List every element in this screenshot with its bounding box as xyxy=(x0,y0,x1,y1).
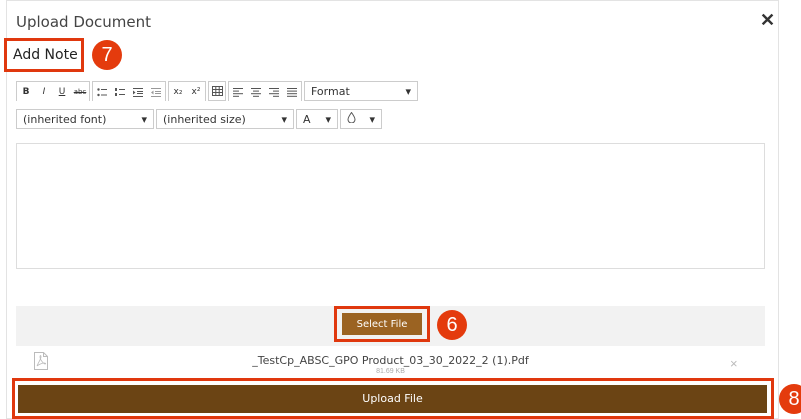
chevron-down-icon: ▾ xyxy=(281,112,287,126)
alignment-group xyxy=(228,81,302,102)
bullet-list-icon[interactable] xyxy=(93,82,111,102)
chevron-down-icon: ▾ xyxy=(405,84,411,98)
font-color-picker[interactable]: A ▾ xyxy=(296,109,338,129)
paint-drop-icon xyxy=(347,111,356,126)
strikethrough-button[interactable]: abc xyxy=(71,82,89,102)
list-indent-group xyxy=(92,81,166,102)
callout-badge-8: 8 xyxy=(779,384,801,414)
align-right-icon[interactable] xyxy=(265,82,283,102)
subscript-button[interactable]: x₂ xyxy=(169,82,187,102)
align-left-icon[interactable] xyxy=(229,82,247,102)
editor-toolbar-row-2: (inherited font) ▾ (inherited size) ▾ A … xyxy=(16,108,382,130)
file-name: _TestCp_ABSC_GPO Product_03_30_2022_2 (1… xyxy=(252,354,529,367)
file-size: 81.69 KB xyxy=(376,368,405,375)
bold-button[interactable]: B xyxy=(17,82,35,102)
font-color-icon: A xyxy=(303,112,311,126)
chevron-down-icon: ▾ xyxy=(325,112,331,126)
note-editor-area[interactable] xyxy=(16,143,765,269)
font-family-select[interactable]: (inherited font) ▾ xyxy=(16,109,154,129)
chevron-down-icon: ▾ xyxy=(141,112,147,126)
italic-button[interactable]: I xyxy=(35,82,53,102)
table-icon[interactable] xyxy=(208,81,226,101)
numbered-list-icon[interactable] xyxy=(111,82,129,102)
dialog-title: Upload Document xyxy=(16,13,152,31)
add-note-label: Add Note xyxy=(13,47,78,63)
format-select[interactable]: Format ▾ xyxy=(304,81,418,101)
font-family-select-label: (inherited font) xyxy=(23,112,107,126)
script-group: x₂ x² xyxy=(168,81,206,102)
background-color-picker[interactable]: ▾ xyxy=(340,109,382,129)
callout-badge-7: 7 xyxy=(92,40,122,70)
uploaded-file-row: _TestCp_ABSC_GPO Product_03_30_2022_2 (1… xyxy=(16,350,765,376)
remove-file-icon[interactable]: × xyxy=(730,356,738,371)
select-file-button[interactable]: Select File xyxy=(342,313,422,335)
align-justify-icon[interactable] xyxy=(283,82,301,102)
callout-badge-6: 6 xyxy=(437,310,467,340)
align-center-icon[interactable] xyxy=(247,82,265,102)
chevron-down-icon: ▾ xyxy=(369,112,375,126)
outdent-icon[interactable] xyxy=(147,82,165,102)
font-size-select-label: (inherited size) xyxy=(163,112,246,126)
format-select-label: Format xyxy=(311,84,350,98)
text-style-group: B I U abc xyxy=(16,81,90,102)
editor-toolbar-row-1: B I U abc x₂ x² Format ▾ xyxy=(16,80,418,102)
font-size-select[interactable]: (inherited size) ▾ xyxy=(156,109,294,129)
upload-file-button[interactable]: Upload File xyxy=(18,385,767,413)
underline-button[interactable]: U xyxy=(53,82,71,102)
close-icon[interactable]: ✕ xyxy=(760,11,775,29)
indent-icon[interactable] xyxy=(129,82,147,102)
superscript-button[interactable]: x² xyxy=(187,82,205,102)
